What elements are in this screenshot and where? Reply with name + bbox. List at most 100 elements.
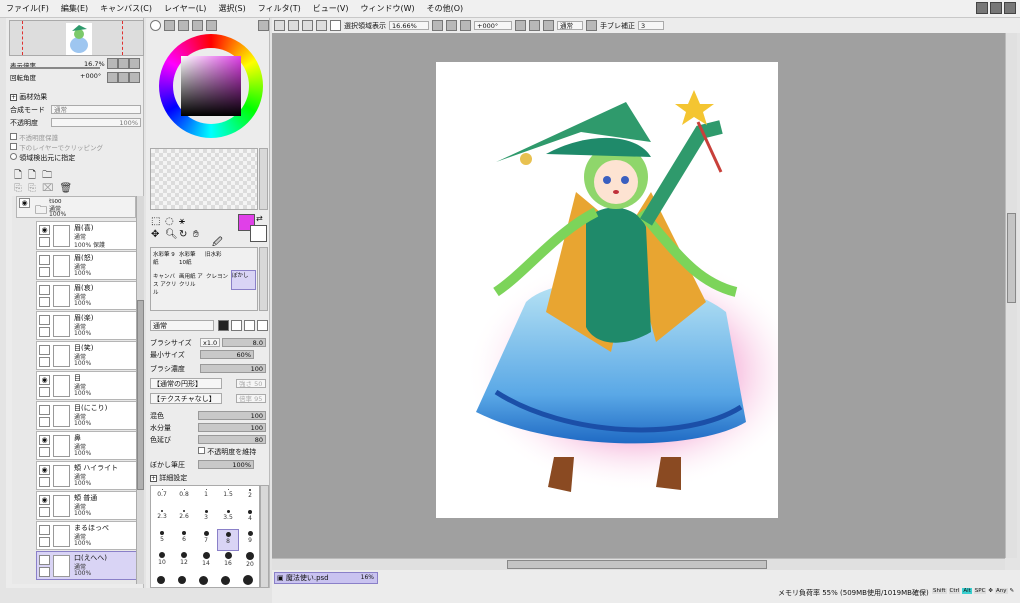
menu-edit[interactable]: 編集(E) bbox=[55, 0, 94, 18]
eye-icon[interactable]: ◉ bbox=[39, 465, 50, 475]
opacity-slider[interactable]: 100% bbox=[51, 118, 141, 127]
tool-crayon[interactable]: クレヨン bbox=[206, 272, 230, 280]
layer-item[interactable]: ◉ 眉(喜) 通常 100% 保護 bbox=[36, 221, 136, 250]
document-tab[interactable]: ▣ 魔法使い.psd 16% bbox=[274, 572, 378, 584]
brush-size-preset[interactable]: 3.5 bbox=[217, 508, 239, 530]
select-all-icon[interactable] bbox=[302, 20, 313, 31]
canvas-rotate-field[interactable]: +000° bbox=[474, 21, 512, 30]
layer-item[interactable]: 目(にこり) 通常 100% bbox=[36, 401, 136, 430]
brush-density-slider[interactable]: 100 bbox=[200, 364, 266, 373]
deselect-icon[interactable] bbox=[274, 20, 285, 31]
water-slider[interactable]: 100 bbox=[198, 423, 266, 432]
brush-size-preset[interactable]: 0.8 bbox=[173, 487, 195, 509]
expand-icon[interactable]: + bbox=[150, 475, 157, 482]
layer-checkbox[interactable] bbox=[39, 237, 50, 247]
canvas-vertical-scrollbar[interactable] bbox=[1005, 33, 1017, 558]
invert-selection-icon[interactable] bbox=[288, 20, 299, 31]
close-icon[interactable] bbox=[1004, 2, 1016, 14]
brush-size-preset[interactable]: 16 bbox=[217, 550, 239, 572]
scroll-thumb[interactable] bbox=[507, 560, 767, 569]
layer-checkbox[interactable] bbox=[39, 327, 50, 337]
clipping-checkbox[interactable]: 下のレイヤーでクリッピング bbox=[10, 142, 103, 152]
layer-checkbox[interactable] bbox=[39, 297, 50, 307]
rotate-right-icon[interactable] bbox=[118, 72, 129, 83]
scroll-thumb[interactable] bbox=[1007, 213, 1016, 303]
brush-size-preset[interactable]: 2.3 bbox=[151, 508, 173, 530]
shape-soft-icon[interactable] bbox=[244, 320, 255, 331]
brush-size-preset[interactable]: 7 bbox=[195, 529, 217, 551]
eye-icon[interactable]: ◉ bbox=[39, 225, 50, 235]
eye-hidden-icon[interactable] bbox=[39, 255, 50, 265]
menu-filter[interactable]: フィルタ(T) bbox=[252, 0, 307, 18]
merge-down-icon[interactable]: ⎘ bbox=[28, 183, 36, 194]
menu-select[interactable]: 選択(S) bbox=[212, 0, 251, 18]
layer-item[interactable]: 眉(怒) 通常 100% bbox=[36, 251, 136, 280]
select-display-checkbox[interactable] bbox=[330, 20, 341, 31]
canvas-horizontal-scrollbar[interactable] bbox=[272, 558, 1005, 570]
brush-size-preset-selected[interactable]: 8 bbox=[217, 529, 239, 551]
tool-blur-selected[interactable]: ぼかし bbox=[231, 270, 256, 290]
eye-hidden-icon[interactable] bbox=[39, 525, 50, 535]
rect-select-icon[interactable]: ⬚ bbox=[151, 216, 165, 227]
eye-icon[interactable]: ◉ bbox=[19, 198, 30, 208]
layer-item[interactable]: 目(笑) 通常 100% bbox=[36, 341, 136, 370]
texture-select[interactable]: 【テクスチャなし】 bbox=[150, 393, 222, 404]
brush-size-preset[interactable]: 6 bbox=[173, 529, 195, 551]
rotate-reset-icon[interactable] bbox=[129, 72, 140, 83]
shape-strength-field[interactable]: 強さ 50 bbox=[236, 379, 266, 388]
rgb-slider-tab-icon[interactable] bbox=[164, 20, 175, 31]
eye-icon[interactable]: ◉ bbox=[39, 435, 50, 445]
rotate-reset-icon[interactable] bbox=[543, 20, 554, 31]
detail-settings[interactable]: + 詳細設定 bbox=[150, 473, 187, 483]
brush-size-preset[interactable]: 14 bbox=[195, 550, 217, 572]
eye-icon[interactable]: ◉ bbox=[39, 375, 50, 385]
brush-size-preset[interactable]: 1.5 bbox=[217, 487, 239, 509]
flip-horizontal-icon[interactable] bbox=[586, 20, 597, 31]
menu-file[interactable]: ファイル(F) bbox=[0, 0, 55, 18]
layer-checkbox[interactable] bbox=[39, 477, 50, 487]
menu-canvas[interactable]: キャンバス(C) bbox=[94, 0, 158, 18]
preset-scrollbar[interactable] bbox=[260, 485, 269, 588]
zoom-in-icon[interactable] bbox=[446, 20, 457, 31]
brush-size-preset[interactable]: 4 bbox=[239, 508, 261, 530]
stabilizer-select[interactable]: 3 bbox=[638, 21, 664, 30]
layer-checkbox[interactable] bbox=[39, 267, 50, 277]
brush-size-preset[interactable] bbox=[242, 575, 253, 585]
brush-size-preset[interactable]: 2 bbox=[239, 487, 261, 509]
eye-hidden-icon[interactable] bbox=[39, 315, 50, 325]
layer-item[interactable]: ◉ 鼻 通常 100% bbox=[36, 431, 136, 460]
keep-opacity-checkbox[interactable]: 不透明度を維持 bbox=[198, 447, 256, 457]
brush-size-preset[interactable]: 12 bbox=[173, 550, 195, 572]
scratchpad-tab-icon[interactable] bbox=[206, 20, 217, 31]
brush-size-preset[interactable]: 9 bbox=[239, 529, 261, 551]
protect-opacity-checkbox[interactable]: 不透明度保護 bbox=[10, 132, 58, 142]
rotate-view-icon[interactable]: ↻ bbox=[179, 229, 193, 240]
blend-mode-select[interactable]: 通常 bbox=[51, 105, 141, 114]
restore-icon[interactable] bbox=[990, 2, 1002, 14]
tool-canvas-acrylic[interactable]: キャンバス アクリル bbox=[153, 272, 177, 296]
brush-size-preset[interactable] bbox=[198, 575, 208, 585]
brush-size-preset[interactable] bbox=[178, 576, 187, 584]
layer-checkbox[interactable] bbox=[39, 447, 50, 457]
brush-shape-select[interactable]: 【通常の円形】 bbox=[150, 378, 222, 389]
transfer-down-icon[interactable]: ⎘ bbox=[14, 183, 22, 194]
zoom-out-icon[interactable] bbox=[107, 58, 118, 69]
eye-hidden-icon[interactable] bbox=[39, 405, 50, 415]
texture-scale-field[interactable]: 倍率 95 bbox=[236, 394, 266, 403]
saturation-value-square[interactable] bbox=[181, 56, 241, 116]
layer-checkbox[interactable] bbox=[39, 417, 50, 427]
zoom-fit-icon[interactable] bbox=[460, 20, 471, 31]
brush-size-preset[interactable]: 10 bbox=[151, 550, 173, 572]
tool-paper-acrylic[interactable]: 画用紙 アクリル bbox=[179, 272, 203, 288]
blur-pressure-slider[interactable]: 100% bbox=[198, 460, 254, 469]
rotate-left-icon[interactable] bbox=[515, 20, 526, 31]
canvas-zoom-field[interactable]: 16.66% bbox=[389, 21, 429, 30]
hsv-slider-tab-icon[interactable] bbox=[178, 20, 189, 31]
brush-size-preset[interactable]: 5 bbox=[151, 529, 173, 551]
zoom-out-icon[interactable] bbox=[432, 20, 443, 31]
pen-icon[interactable] bbox=[39, 567, 50, 577]
clear-layer-icon[interactable]: ⌧ bbox=[42, 183, 54, 194]
menu-other[interactable]: その他(O) bbox=[421, 0, 470, 18]
brush-size-preset[interactable]: 20 bbox=[239, 550, 261, 572]
secondary-color-swatch[interactable] bbox=[250, 225, 267, 242]
